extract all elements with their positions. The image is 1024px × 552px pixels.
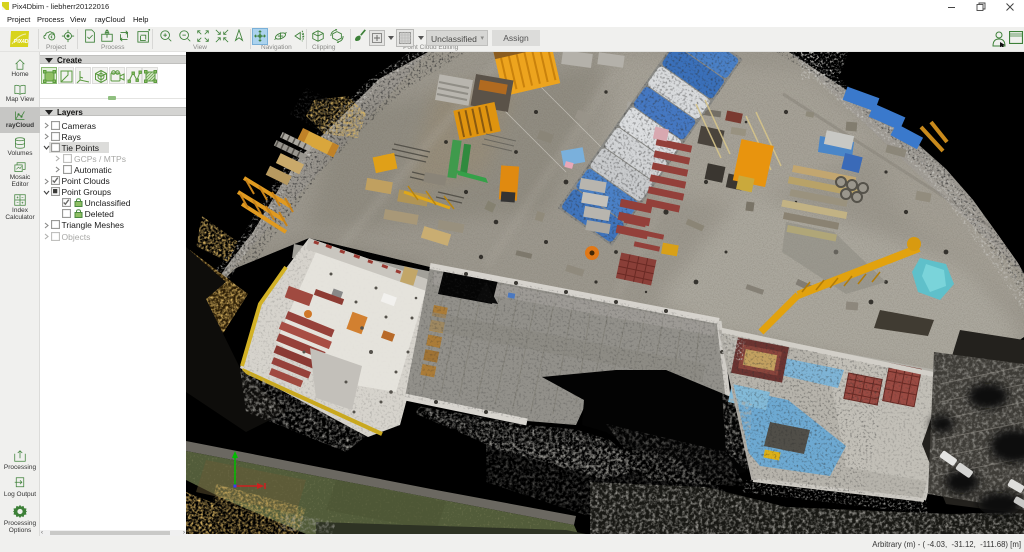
svg-text:PIX4D: PIX4D [14,39,29,45]
